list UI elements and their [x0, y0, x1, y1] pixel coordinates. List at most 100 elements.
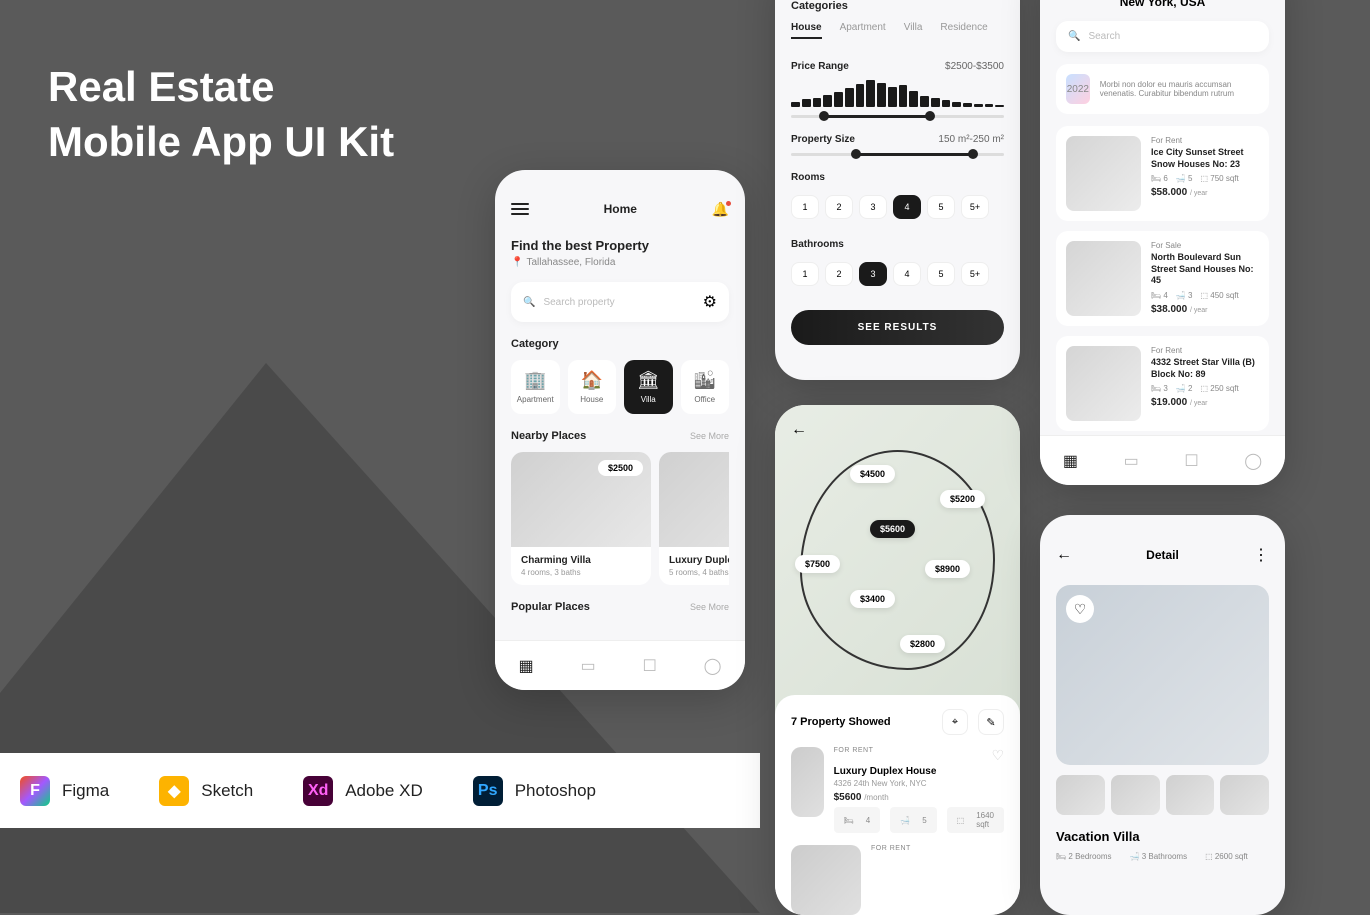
listing-tag: For Rent	[1151, 346, 1259, 355]
figma-icon: F	[20, 776, 50, 806]
chip[interactable]: 1	[791, 262, 819, 286]
promo-icon: 2022	[1066, 74, 1090, 104]
map-pin[interactable]: $8900	[925, 560, 970, 578]
stat-sqft: ⬚ 2600 sqft	[1205, 852, 1248, 861]
nav-profile-icon[interactable]: ◯	[1244, 451, 1262, 471]
price-badge: $2500	[598, 460, 643, 476]
tool-sketch: ◆Sketch	[159, 776, 253, 806]
map-pin[interactable]: $2800	[900, 635, 945, 653]
chip[interactable]: 4	[893, 262, 921, 286]
property-image	[791, 845, 861, 915]
hero-image: ♡	[1056, 585, 1269, 765]
title-line1: Real Estate	[48, 60, 394, 115]
nav-home-icon[interactable]: ▦	[1063, 451, 1078, 471]
slider-handle[interactable]	[819, 111, 829, 121]
nav-bookmark-icon[interactable]: ☐	[1184, 451, 1198, 471]
heart-icon[interactable]: ♡	[991, 747, 1004, 764]
map-pin[interactable]: $5200	[940, 490, 985, 508]
more-icon[interactable]: ⋮	[1253, 545, 1269, 565]
price-histogram	[775, 76, 1020, 111]
place-card[interactable]: Luxury Duplex Vil5 rooms, 4 baths	[659, 452, 729, 585]
place-card[interactable]: $2500 Charming Villa4 rooms, 3 baths	[511, 452, 651, 585]
listing-stats: 🛏 6🛁 5⬚ 750 sqft	[1151, 174, 1259, 183]
tab-house[interactable]: House	[791, 22, 822, 39]
cat-house[interactable]: 🏠House	[568, 360, 617, 414]
chip[interactable]: 3	[859, 262, 887, 286]
thumbnail[interactable]	[1220, 775, 1269, 815]
filter-icon[interactable]: ⚙	[703, 292, 717, 312]
slider-handle[interactable]	[925, 111, 935, 121]
chip[interactable]: 5	[927, 262, 955, 286]
listing-card[interactable]: For Rent 4332 Street Star Villa (B) Bloc…	[1056, 336, 1269, 431]
promo-text: Morbi non dolor eu mauris accumsan venen…	[1100, 80, 1259, 98]
thumbnail[interactable]	[1056, 775, 1105, 815]
property-name: Luxury Duplex House	[834, 766, 1004, 777]
search-box[interactable]: 🔍Search	[1056, 21, 1269, 52]
price-label: Price Range	[791, 61, 849, 72]
menu-icon[interactable]	[511, 200, 529, 218]
nav-home-icon[interactable]: ▦	[518, 656, 533, 676]
search-placeholder: Search	[1088, 31, 1120, 42]
slider-handle[interactable]	[968, 149, 978, 159]
category-row: 🏢Apartment 🏠House 🏛Villa 🏙Office	[511, 360, 729, 414]
thumbnail[interactable]	[1111, 775, 1160, 815]
map-pin[interactable]: $3400	[850, 590, 895, 608]
listing-card[interactable]: For Sale North Boulevard Sun Street Sand…	[1056, 231, 1269, 326]
nav-calendar-icon[interactable]: ▭	[580, 656, 595, 676]
bed-icon: 🛏	[839, 814, 859, 827]
see-more-link[interactable]: See More	[690, 602, 729, 612]
search-box[interactable]: 🔍Search property ⚙	[511, 282, 729, 322]
nav-profile-icon[interactable]: ◯	[704, 656, 722, 676]
see-results-button[interactable]: SEE RESULTS	[791, 310, 1004, 345]
bell-icon[interactable]: 🔔	[712, 201, 729, 218]
tab-residence[interactable]: Residence	[940, 22, 987, 39]
back-icon[interactable]: ←	[791, 421, 807, 439]
cat-villa[interactable]: 🏛Villa	[624, 360, 673, 414]
thumbnail[interactable]	[1166, 775, 1215, 815]
nav-bookmark-icon[interactable]: ☐	[642, 656, 656, 676]
nav-calendar-icon[interactable]: ▭	[1124, 451, 1139, 471]
chip[interactable]: 5+	[961, 262, 989, 286]
cat-office[interactable]: 🏙Office	[681, 360, 730, 414]
edit-icon[interactable]: ✎	[978, 709, 1004, 735]
thumbnail-row	[1040, 775, 1285, 815]
size-slider[interactable]	[791, 153, 1004, 156]
back-icon[interactable]: ←	[1056, 546, 1072, 564]
see-more-link[interactable]: See More	[690, 431, 729, 441]
chip[interactable]: 4	[893, 195, 921, 219]
stat-beds: 🛏 2 Bedrooms	[1056, 852, 1112, 861]
header: Home 🔔	[495, 170, 745, 230]
rooms-label: Rooms	[791, 172, 825, 183]
map-pin[interactable]: $7500	[795, 555, 840, 573]
chip[interactable]: 1	[791, 195, 819, 219]
map-view[interactable]: ← $4500 $5200 $5600 $7500 $8900 $3400 $2…	[775, 405, 1020, 715]
tool-xd: XdAdobe XD	[303, 776, 423, 806]
page-title: Real Estate Mobile App UI Kit	[48, 60, 394, 169]
chip[interactable]: 5+	[961, 195, 989, 219]
chip[interactable]: 5	[927, 195, 955, 219]
listing-image	[1066, 136, 1141, 211]
place-name: Charming Villa	[521, 555, 641, 566]
map-pin[interactable]: $4500	[850, 465, 895, 483]
tool-figma: FFigma	[20, 776, 109, 806]
screen-title: Detail	[1146, 548, 1179, 562]
rooms-chips: 123455+	[775, 187, 1020, 227]
slider-handle[interactable]	[851, 149, 861, 159]
property-card[interactable]: FOR RENT	[791, 845, 1004, 915]
listing-name: North Boulevard Sun Street Sand Houses N…	[1151, 252, 1259, 287]
chip[interactable]: 3	[859, 195, 887, 219]
tab-villa[interactable]: Villa	[904, 22, 923, 39]
locate-icon[interactable]: ⌖	[942, 709, 968, 735]
tab-apartment[interactable]: Apartment	[840, 22, 886, 39]
category-label: Category	[511, 338, 729, 350]
price-slider[interactable]	[791, 115, 1004, 118]
listing-card[interactable]: For Rent Ice City Sunset Street Snow Hou…	[1056, 126, 1269, 221]
category-tabs: House Apartment Villa Residence	[775, 12, 1020, 49]
chip[interactable]: 2	[825, 195, 853, 219]
map-pin-active[interactable]: $5600	[870, 520, 915, 538]
chip[interactable]: 2	[825, 262, 853, 286]
heart-icon[interactable]: ♡	[1066, 595, 1094, 623]
promo-card[interactable]: 2022 Morbi non dolor eu mauris accumsan …	[1056, 64, 1269, 114]
property-card[interactable]: FOR RENT♡ Luxury Duplex House 4326 24th …	[791, 747, 1004, 833]
cat-apartment[interactable]: 🏢Apartment	[511, 360, 560, 414]
